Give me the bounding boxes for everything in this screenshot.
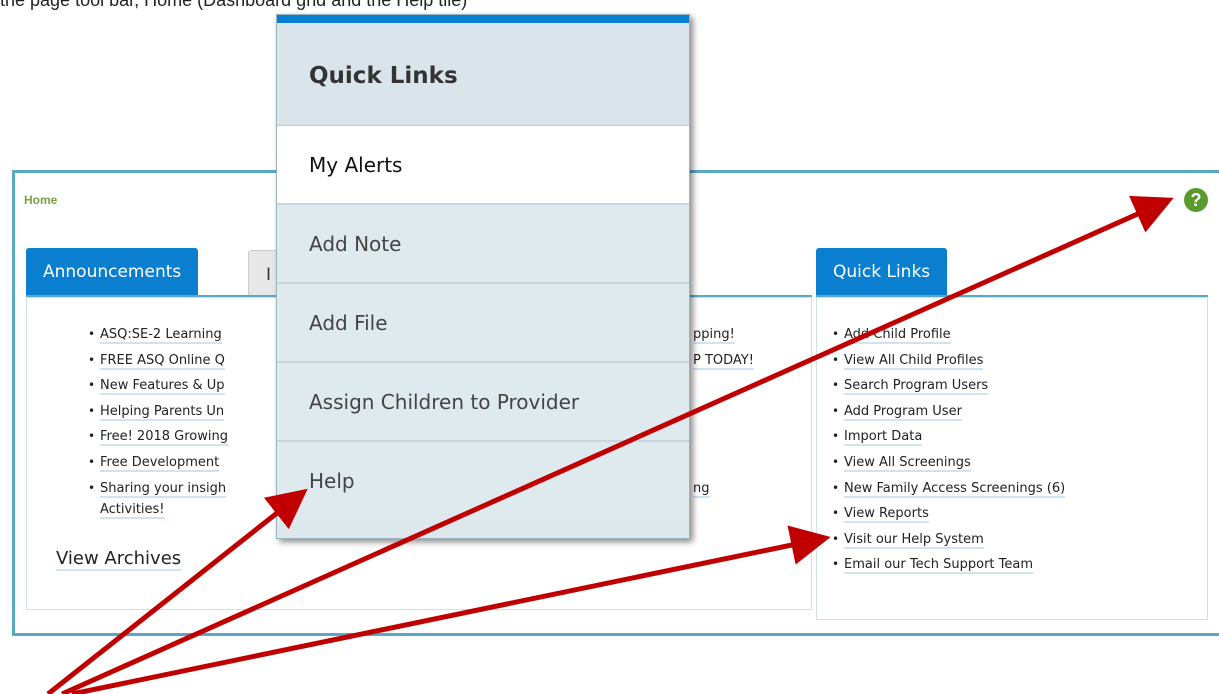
arrow-to-help (46, 488, 308, 694)
arrow-to-help-icon (60, 195, 1174, 694)
annotation-arrows (46, 195, 1174, 694)
arrow-to-help-system (71, 525, 831, 694)
